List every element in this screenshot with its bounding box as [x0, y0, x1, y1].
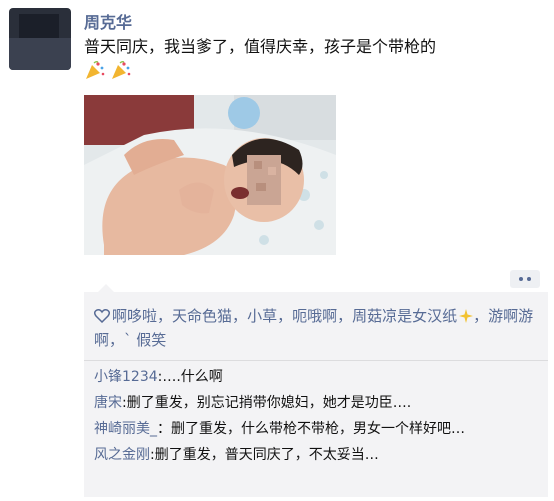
comment-item[interactable]: 神崎丽美_：删了重发，什么带枪不带枪，男女一个样好吧…	[94, 417, 538, 441]
comment-author[interactable]: 小锋1234	[94, 369, 158, 385]
comment-item[interactable]: 小锋1234:….什么啊	[94, 365, 538, 389]
emoji-row	[84, 60, 132, 80]
party-popper-icon	[110, 60, 132, 80]
comment-list: 小锋1234:….什么啊 唐宋:删了重发，别忘记捎带你媳妇，她才是功臣…. 神崎…	[84, 361, 548, 473]
comment-author[interactable]: 唐宋	[94, 395, 122, 411]
avatar[interactable]	[9, 8, 71, 70]
comment-item[interactable]: 唐宋:删了重发，别忘记捎带你媳妇，她才是功臣….	[94, 391, 538, 415]
post-photo[interactable]	[84, 95, 336, 255]
comment-item[interactable]: 风之金刚:删了重发，普天同庆了，不太妥当…	[94, 443, 538, 467]
comment-section: 啊哆啦，天命色猫，小草，呃哦啊，周菇凉是女汉纸 ，游啊游啊，` 假笑 小锋1234…	[84, 284, 548, 497]
like-name[interactable]: 周菇凉是女汉纸	[352, 307, 457, 325]
comment-text: 删了重发，普天同庆了，不太妥当…	[154, 447, 379, 463]
comment-author[interactable]: 风之金刚	[94, 447, 150, 463]
like-name[interactable]: 啊哆啦	[112, 307, 157, 325]
like-name[interactable]: 呃哦啊	[292, 307, 337, 325]
more-dots-icon	[519, 277, 523, 281]
comment-text: 删了重发，别忘记捎带你媳妇，她才是功臣….	[126, 395, 412, 411]
party-popper-icon	[84, 60, 106, 80]
like-name[interactable]: 天命色猫	[172, 307, 232, 325]
comment-author[interactable]: 神崎丽美_	[94, 421, 157, 437]
sparkles-icon	[459, 306, 474, 323]
comment-text: 删了重发，什么带枪不带枪，男女一个样好吧…	[171, 421, 465, 437]
like-name[interactable]: 小草	[247, 307, 277, 325]
likes-list: 啊哆啦，天命色猫，小草，呃哦啊，周菇凉是女汉纸 ，游啊游啊，` 假笑	[94, 306, 534, 349]
post-author-name[interactable]: 周克华	[84, 9, 132, 33]
more-options-button[interactable]	[510, 270, 540, 288]
like-name[interactable]: ` 假笑	[124, 331, 166, 349]
post-text: 普天同庆，我当爹了，值得庆幸，孩子是个带枪的	[84, 37, 437, 56]
comment-text: ….什么啊	[162, 369, 223, 385]
heart-icon	[94, 308, 110, 323]
